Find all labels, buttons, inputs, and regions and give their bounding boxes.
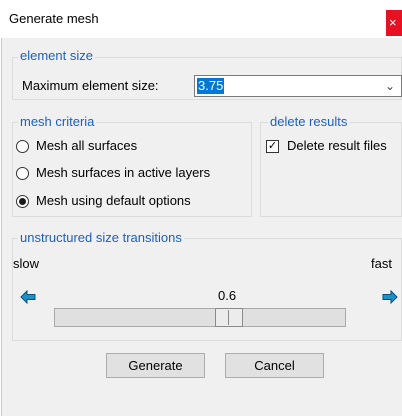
mesh-option-label: Mesh surfaces in active layers [36,165,211,180]
window-title: Generate mesh [9,11,99,26]
radio-button[interactable] [16,167,29,180]
delete-result-files-checkbox[interactable]: ✓ Delete result files [266,138,402,155]
chevron-down-icon[interactable]: ⌄ [385,77,395,95]
slider-thumb-grip [228,310,229,325]
arrow-left-icon[interactable] [20,290,36,304]
checkmark-icon[interactable]: ✓ [266,140,279,153]
element-size-legend: element size [18,48,95,63]
mesh-option-label: Mesh using default options [36,193,191,208]
generate-mesh-dialog: Generate mesh × element size Maximum ele… [0,0,402,416]
radio-dot-icon [19,198,26,205]
generate-button[interactable]: Generate [106,353,205,378]
mesh-option-all-surfaces[interactable]: Mesh all surfaces [16,138,246,155]
mesh-option-active-layers[interactable]: Mesh surfaces in active layers [16,165,250,182]
delete-result-files-label: Delete result files [287,138,387,153]
close-icon: × [389,15,397,30]
max-element-size-value: 3.75 [197,78,225,94]
size-transitions-legend: unstructured size transitions [18,230,184,245]
max-element-size-combo[interactable]: 3.75 ⌄ [194,75,402,97]
slider-thumb[interactable] [215,308,243,327]
mesh-criteria-legend: mesh criteria [18,114,97,129]
delete-results-legend: delete results [268,114,350,129]
fast-label: fast [371,256,392,271]
cancel-button[interactable]: Cancel [225,353,324,378]
radio-button-selected[interactable] [16,195,29,208]
arrow-right-icon[interactable] [382,290,398,304]
close-button[interactable]: × [386,10,402,36]
slow-label: slow [13,256,40,271]
mesh-option-label: Mesh all surfaces [36,138,138,153]
size-transition-slider[interactable] [54,308,346,327]
mesh-option-default-options[interactable]: Mesh using default options [16,193,246,210]
title-bar[interactable]: Generate mesh × [0,0,402,38]
delete-results-group [260,122,402,217]
transition-value-label: 0.6 [218,288,237,303]
radio-button[interactable] [16,140,29,153]
max-element-size-label: Maximum element size: [22,78,159,93]
